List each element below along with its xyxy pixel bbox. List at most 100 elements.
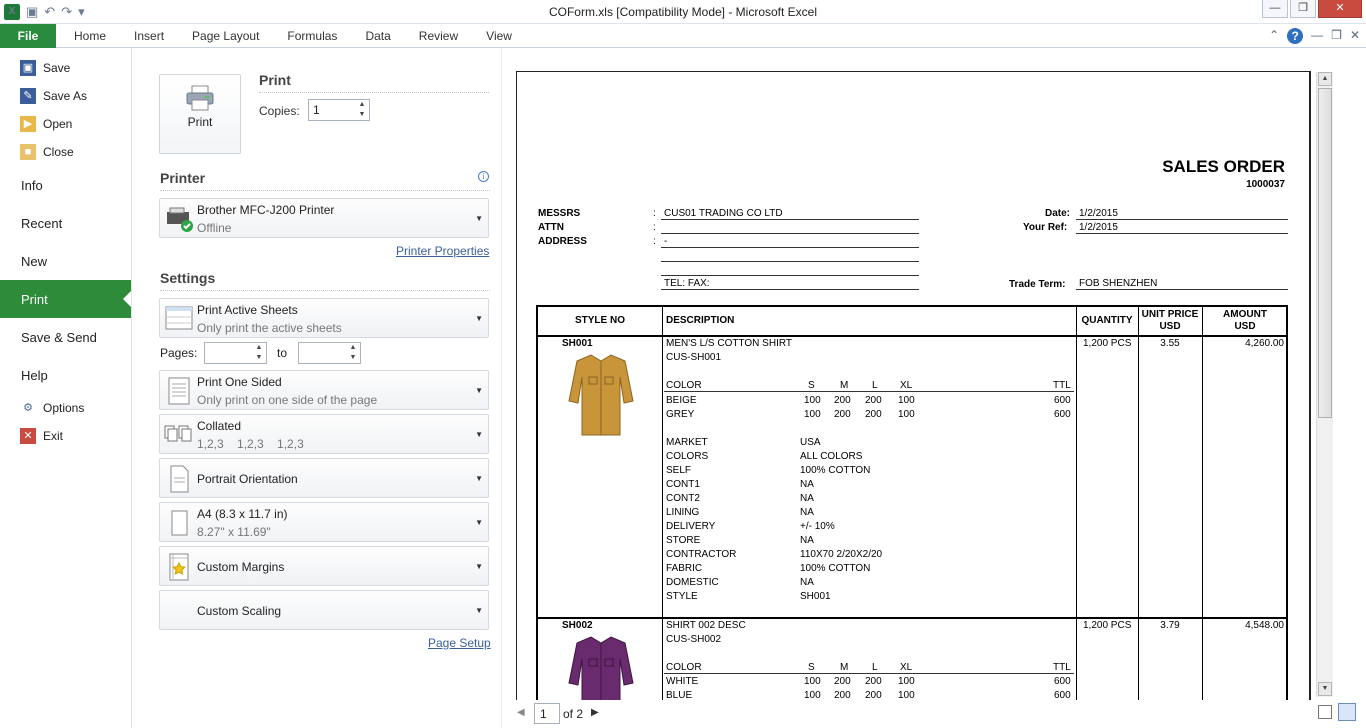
paper-size-dropdown[interactable]: A4 (8.3 x 11.7 in) 8.27" x 11.69" ▼	[159, 502, 489, 542]
print-preview: SALES ORDER 1000037 MESSRS ATTN ADDRESS …	[503, 48, 1316, 700]
your-ref-value: 1/2/2015	[1079, 222, 1118, 233]
attr-value: ALL COLORS	[800, 451, 863, 462]
attn-label: ATTN	[538, 222, 564, 233]
backstage-recent[interactable]: Recent	[0, 204, 131, 242]
size-header-s: S	[808, 380, 815, 391]
qty-ttl: 600	[1054, 676, 1071, 687]
workbook-minimize-icon[interactable]: —	[1311, 28, 1323, 44]
printer-properties-link[interactable]: Printer Properties	[396, 244, 489, 258]
preview-scrollbar[interactable]: ▲ ▼	[1316, 72, 1333, 697]
workbook-restore-icon[interactable]: ❐	[1331, 28, 1342, 44]
save-as-icon: ✎	[20, 88, 36, 104]
tab-data[interactable]: Data	[351, 24, 404, 48]
tab-file[interactable]: File	[0, 24, 56, 48]
page-number-input[interactable]: 1	[534, 703, 560, 724]
zoom-to-page-icon[interactable]	[1338, 703, 1356, 721]
attr-label: STORE	[666, 535, 701, 546]
pages-from-input[interactable]: ▲ ▼	[204, 342, 267, 364]
backstage-new[interactable]: New	[0, 242, 131, 280]
print-button-label: Print	[187, 115, 213, 129]
restore-button[interactable]: ❐	[1290, 0, 1316, 18]
tab-home[interactable]: Home	[60, 24, 120, 48]
info-icon[interactable]: i	[478, 171, 489, 182]
tab-insert[interactable]: Insert	[120, 24, 178, 48]
printer-device-icon	[167, 207, 193, 232]
backstage-info[interactable]: Info	[0, 166, 131, 204]
chevron-down-icon: ▼	[475, 606, 483, 615]
printer-dropdown[interactable]: Brother MFC-J200 Printer Offline ▼	[159, 198, 489, 238]
orientation-dropdown[interactable]: Portrait Orientation ▼	[159, 458, 489, 498]
messrs-value: CUS01 TRADING CO LTD	[664, 208, 783, 219]
collated-subtitle: 1,2,3 1,2,3 1,2,3	[197, 437, 304, 451]
sided-subtitle: Only print on one side of the page	[197, 393, 378, 407]
previous-page-icon[interactable]: ◀	[517, 707, 525, 718]
help-icon[interactable]: ?	[1287, 28, 1304, 44]
backstage-save[interactable]: ▣ Save	[0, 54, 131, 82]
tab-review[interactable]: Review	[405, 24, 472, 48]
margins-dropdown[interactable]: Custom Margins ▼	[159, 546, 489, 586]
page-setup-link[interactable]: Page Setup	[428, 636, 491, 650]
qty-ttl: 600	[1054, 409, 1071, 420]
backstage-exit[interactable]: ✕ Exit	[0, 422, 131, 450]
show-margins-icon[interactable]	[1318, 705, 1332, 719]
margins-title: Custom Margins	[197, 560, 285, 574]
size-header-color: COLOR	[666, 662, 702, 673]
size-header-xl: XL	[900, 380, 913, 391]
item-code: CUS-SH001	[666, 352, 722, 363]
next-page-icon[interactable]: ▶	[591, 707, 599, 718]
minimize-button[interactable]: —	[1262, 0, 1288, 18]
item-quantity: 1,200 PCS	[1083, 620, 1132, 631]
size-header-color: COLOR	[666, 380, 702, 391]
open-folder-icon: ▶	[20, 116, 36, 132]
qty-ttl: 600	[1054, 395, 1071, 406]
printer-heading: Printer	[160, 170, 206, 186]
item-style-no: SH001	[562, 338, 593, 349]
backstage-save-send[interactable]: Save & Send	[0, 318, 131, 356]
pages-label: Pages:	[160, 346, 198, 360]
print-what-dropdown[interactable]: Print Active Sheets Only print the activ…	[159, 298, 489, 338]
chevron-down-icon: ▼	[475, 214, 483, 223]
header-description: DESCRIPTION	[666, 315, 735, 326]
attr-value: NA	[800, 577, 814, 588]
tab-view[interactable]: View	[472, 24, 526, 48]
pages-to-label: to	[277, 346, 288, 360]
scroll-thumb[interactable]	[1318, 88, 1332, 418]
print-button[interactable]: Print	[159, 74, 241, 154]
ribbon-tabs: File Home Insert Page Layout Formulas Da…	[0, 24, 1366, 48]
scroll-down-icon[interactable]: ▼	[1318, 682, 1332, 696]
page-number-value: 1	[540, 707, 547, 721]
size-header-l: L	[872, 380, 878, 391]
backstage-options[interactable]: ⚙ Options	[0, 394, 131, 422]
scroll-up-icon[interactable]: ▲	[1318, 72, 1332, 86]
backstage-save-as[interactable]: ✎ Save As	[0, 82, 131, 110]
scaling-dropdown[interactable]: Custom Scaling ▼	[159, 590, 489, 630]
minimize-ribbon-icon[interactable]: ⌃	[1269, 28, 1279, 44]
header-quantity: QUANTITY	[1081, 315, 1133, 326]
item-quantity: 1,200 PCS	[1083, 338, 1132, 349]
collated-dropdown[interactable]: Collated 1,2,3 1,2,3 1,2,3 ▼	[159, 414, 489, 454]
print-settings-panel: Print Print Copies: 1 ▲ ▼ Printer i Broth…	[132, 48, 502, 728]
tab-formulas[interactable]: Formulas	[273, 24, 351, 48]
sided-dropdown[interactable]: Print One Sided Only print on one side o…	[159, 370, 489, 410]
attr-label: SELF	[666, 465, 692, 476]
chevron-down-icon: ▼	[475, 562, 483, 571]
pages-to-input[interactable]: ▲ ▼	[298, 342, 361, 364]
backstage-nav: ▣ Save ✎ Save As ▶ Open ■ Close Info Recent …	[0, 48, 132, 728]
attr-value: USA	[800, 437, 821, 448]
backstage-open[interactable]: ▶ Open	[0, 110, 131, 138]
spinner-arrows-icon[interactable]: ▲ ▼	[346, 343, 360, 363]
attr-value: NA	[800, 507, 814, 518]
backstage-close[interactable]: ■ Close	[0, 138, 131, 166]
close-window-button[interactable]: ✕	[1318, 0, 1362, 18]
backstage-help[interactable]: Help	[0, 356, 131, 394]
spinner-arrows-icon[interactable]: ▲ ▼	[355, 100, 369, 120]
qty-m: 200	[834, 676, 851, 687]
workbook-close-icon[interactable]: ✕	[1350, 28, 1360, 44]
attr-label: FABRIC	[666, 563, 703, 574]
qty-xl: 100	[898, 676, 915, 687]
spinner-arrows-icon[interactable]: ▲ ▼	[252, 343, 266, 363]
backstage-print[interactable]: Print	[0, 280, 131, 318]
qty-m: 200	[834, 395, 851, 406]
copies-spinner[interactable]: 1 ▲ ▼	[308, 99, 370, 121]
tab-page-layout[interactable]: Page Layout	[178, 24, 273, 48]
